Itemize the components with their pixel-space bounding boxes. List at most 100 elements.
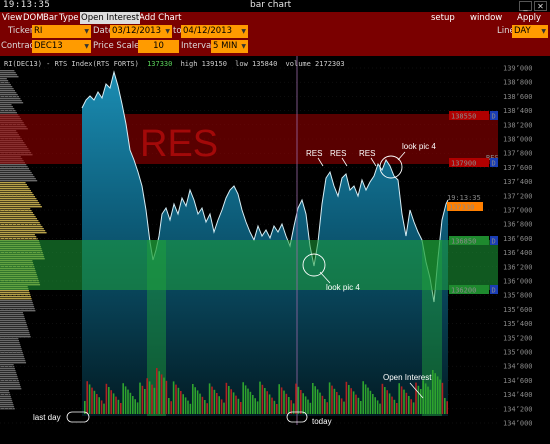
profile-bar <box>0 404 14 406</box>
profile-bar <box>0 202 40 204</box>
profile-bar <box>0 234 35 236</box>
volume-bar <box>273 400 276 414</box>
profile-bar <box>0 398 12 400</box>
profile-bar <box>0 400 13 402</box>
profile-bar <box>0 194 34 196</box>
volume-bar <box>139 382 141 414</box>
close-icon[interactable]: ✕ <box>534 1 547 11</box>
volume-bar <box>160 374 163 414</box>
volume-bar <box>304 396 307 414</box>
profile-bar <box>0 296 31 298</box>
price-scale-field[interactable]: 10 <box>138 40 179 53</box>
volume-bar <box>100 400 103 414</box>
profile-bar <box>0 352 23 354</box>
volume-bar <box>204 400 206 414</box>
interval-field[interactable]: 5 MIN ▼ <box>211 40 248 53</box>
annotation-open-interest: Open Interest <box>383 373 432 382</box>
chevron-down-icon: ▼ <box>165 28 170 35</box>
profile-bar <box>0 334 31 336</box>
volume-bar <box>324 399 326 414</box>
line-field[interactable]: DAY ▼ <box>512 25 548 38</box>
date-to-field[interactable]: 04/12/2013 ▼ <box>181 25 248 38</box>
volume-bar <box>170 401 172 414</box>
volume-bar <box>211 386 213 414</box>
annotation-today: today <box>312 417 332 426</box>
profile-bar <box>0 222 40 224</box>
profile-bar <box>0 108 15 110</box>
price-chart[interactable]: RES RI(DEC13) - RTS Index(RTS FORTS) 137… <box>0 56 550 440</box>
volume-bar <box>168 398 170 414</box>
date-from-field[interactable]: 03/12/2013 ▼ <box>110 25 172 38</box>
menu-apply[interactable]: Apply <box>517 12 541 24</box>
volume-bar <box>348 385 350 414</box>
profile-bar <box>0 372 17 374</box>
price-tick-label: 138’600 <box>503 93 533 101</box>
profile-bar <box>0 306 35 308</box>
contract-field[interactable]: DEC13 ▼ <box>32 40 91 53</box>
profile-bar <box>0 196 36 198</box>
menu-view[interactable]: View <box>2 12 22 24</box>
profile-bar <box>0 292 30 294</box>
volume-bar <box>120 403 122 414</box>
volume-bar <box>295 383 297 414</box>
profile-bar <box>0 178 36 180</box>
profile-bar <box>0 190 31 192</box>
ticker-label: Ticker <box>8 26 34 36</box>
volume-bar <box>199 393 201 414</box>
menu-open-interest[interactable]: Open Interest <box>80 12 141 24</box>
profile-bar <box>0 312 24 314</box>
volume-bar <box>86 381 88 414</box>
menu-bar-item[interactable]: Bar <box>43 12 58 24</box>
volume-bar <box>326 402 328 414</box>
volume-bar <box>216 393 218 414</box>
date-from-value: 03/12/2013 <box>112 26 161 36</box>
profile-bar <box>0 226 43 228</box>
profile-bar <box>0 316 25 318</box>
window-title: bar chart <box>250 0 292 10</box>
volume-bar <box>213 389 216 414</box>
volume-bar <box>256 401 259 414</box>
profile-bar <box>0 338 19 340</box>
volume-bar <box>362 381 364 414</box>
profile-bar <box>0 330 29 332</box>
menu-setup[interactable]: setup <box>431 12 455 24</box>
menu-window[interactable]: window <box>470 12 502 24</box>
volume-bar <box>336 392 338 414</box>
volume-bar <box>328 382 331 414</box>
chart-high: high 139150 <box>181 60 227 68</box>
profile-bar <box>0 396 11 398</box>
badge-res-bottom-text: 137900 <box>451 160 476 168</box>
menu-dom[interactable]: DOM <box>23 12 44 24</box>
badge-last-text: 137330 <box>449 204 474 212</box>
volume-bar <box>280 387 283 414</box>
profile-bar <box>0 180 38 182</box>
volume-bar <box>412 402 415 414</box>
chart-symbol: RI(DEC13) - RTS Index(RTS FORTS) <box>4 60 139 68</box>
volume-bar <box>386 390 388 414</box>
volume-bar <box>352 391 355 414</box>
profile-bar <box>0 358 25 360</box>
profile-bar <box>0 302 33 304</box>
volume-bar <box>88 384 91 414</box>
chart-canvas[interactable]: RES RI(DEC13) - RTS Index(RTS FORTS) 137… <box>0 56 550 440</box>
price-tick-label: 136’000 <box>503 278 533 286</box>
volume-bar <box>261 384 264 414</box>
menu-type[interactable]: Type <box>59 12 79 24</box>
profile-bar <box>0 172 32 174</box>
minimize-icon[interactable]: _ <box>519 1 532 11</box>
volume-bar <box>309 402 312 414</box>
volume-bar <box>144 389 146 414</box>
profile-bar <box>0 318 25 320</box>
volume-bar <box>115 396 117 414</box>
badge-marker-letter: D <box>492 160 496 168</box>
volume-bar <box>232 392 235 414</box>
profile-bar <box>0 170 31 172</box>
ticker-field[interactable]: RI ▼ <box>32 25 91 38</box>
profile-bar <box>0 110 16 112</box>
menu-add-chart[interactable]: Add Chart <box>139 12 182 24</box>
profile-bar <box>0 164 27 166</box>
line-value: DAY <box>514 26 531 36</box>
volume-bar <box>264 388 266 414</box>
volume-bar <box>184 397 187 414</box>
volume-bar <box>225 382 228 414</box>
